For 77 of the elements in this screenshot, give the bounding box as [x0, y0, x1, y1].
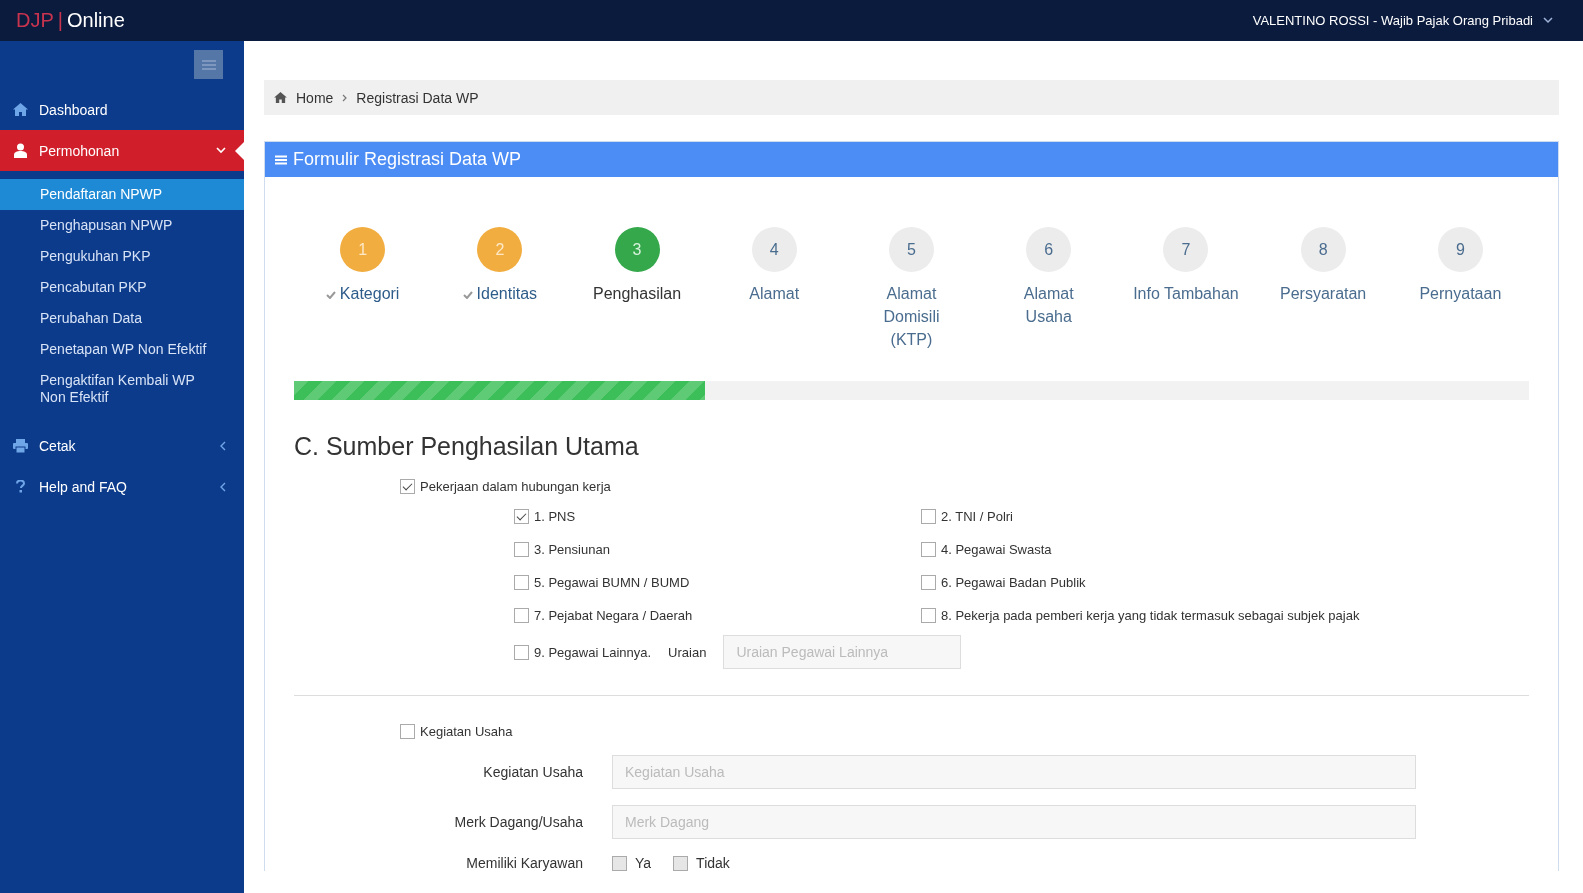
- checkbox[interactable]: [514, 575, 529, 590]
- checkbox[interactable]: [514, 644, 529, 660]
- submenu-item[interactable]: Penetapan WP Non Efektif: [0, 334, 244, 365]
- check-icon: [462, 291, 473, 299]
- chevron-left-icon: [220, 481, 226, 492]
- checkbox[interactable]: [921, 542, 936, 557]
- checkbox-label: Tidak: [696, 855, 730, 871]
- step-label[interactable]: Penghasilan: [593, 282, 682, 305]
- submenu-item[interactable]: Penghapusan NPWP: [0, 210, 244, 241]
- checkbox-label: 3. Pensiunan: [534, 542, 610, 557]
- field-label: Merk Dagang/Usaha: [453, 814, 584, 830]
- step-label[interactable]: Identitas: [462, 282, 538, 305]
- step-label[interactable]: Info Tambahan: [1133, 282, 1239, 305]
- chevron-right-icon: [342, 93, 348, 102]
- logo-text[interactable]: DJP: [16, 9, 54, 32]
- sidebar-item[interactable]: Cetak: [0, 425, 244, 466]
- question-icon: [13, 480, 28, 493]
- chevron-down-icon: [216, 147, 226, 154]
- sidebar-item[interactable]: Permohonan: [0, 130, 244, 171]
- checkbox[interactable]: [514, 608, 529, 623]
- checkbox-label: 4. Pegawai Swasta: [941, 542, 1052, 557]
- panel-title: Formulir Registrasi Data WP: [293, 149, 522, 170]
- breadcrumb-link[interactable]: Registrasi Data WP: [356, 89, 479, 106]
- step-label[interactable]: Persyaratan: [1280, 282, 1367, 305]
- person-icon: [13, 143, 28, 158]
- home-icon: [274, 92, 287, 103]
- checkbox[interactable]: [921, 608, 936, 623]
- submenu-item[interactable]: Pendaftaran NPWP: [0, 179, 244, 210]
- checkbox-label: Ya: [635, 855, 652, 871]
- section-title: C. Sumber Penghasilan Utama: [294, 432, 640, 461]
- submenu-item[interactable]: Pencabutan PKP: [0, 272, 244, 303]
- check-icon: [325, 291, 336, 299]
- checkbox[interactable]: [921, 575, 936, 590]
- step-label[interactable]: Pernyataan: [1419, 282, 1502, 305]
- field-label: Memiliki Karyawan: [465, 855, 584, 871]
- checkbox-label: 6. Pegawai Badan Publik: [941, 575, 1086, 590]
- step-number[interactable]: 9: [1437, 227, 1483, 272]
- step-label[interactable]: Alamat Domisili (KTP): [866, 282, 957, 351]
- step-number[interactable]: 8: [1300, 227, 1346, 272]
- step-label[interactable]: Alamat: [749, 282, 800, 305]
- submenu-item[interactable]: Pengukuhan PKP: [0, 241, 244, 272]
- step-number[interactable]: 5: [889, 227, 934, 272]
- sidebar-item[interactable]: Dashboard: [0, 89, 244, 130]
- submenu-item[interactable]: Pengaktifan Kembali WP Non Efektif: [0, 365, 244, 413]
- logo-separator: |: [57, 9, 63, 32]
- checkbox-label: 5. Pegawai BUMN / BUMD: [534, 575, 690, 590]
- menu-icon: [201, 59, 216, 70]
- printer-icon: [13, 438, 28, 453]
- checkbox[interactable]: [514, 509, 529, 524]
- step-number[interactable]: 4: [751, 227, 797, 272]
- checkbox-label: 1. PNS: [534, 509, 576, 524]
- chevron-down-icon: [1543, 17, 1553, 24]
- step-label[interactable]: Alamat Usaha: [1003, 282, 1094, 328]
- chevron-left-icon: [220, 440, 226, 451]
- checkbox-label: 7. Pejabat Negara / Daerah: [534, 608, 693, 623]
- menu-icon: [275, 154, 287, 165]
- menu-toggle-button[interactable]: [194, 50, 223, 79]
- checkbox-label: 9. Pegawai Lainnya.: [534, 644, 652, 660]
- submenu-item[interactable]: Perubahan Data: [0, 303, 244, 334]
- step-label[interactable]: Kategori: [325, 282, 400, 305]
- field-label: Kegiatan Usaha: [482, 764, 584, 780]
- checkbox-label: 2. TNI / Polri: [941, 509, 1013, 524]
- checkbox-label: Pekerjaan dalam hubungan kerja: [420, 479, 611, 494]
- sidebar-item[interactable]: Help and FAQ: [0, 466, 244, 507]
- step-number[interactable]: 6: [1026, 227, 1072, 272]
- breadcrumb-link[interactable]: Home: [296, 89, 334, 106]
- checkbox[interactable]: [400, 479, 415, 494]
- step-number[interactable]: 7: [1163, 227, 1209, 272]
- home-icon: [13, 103, 28, 116]
- checkbox[interactable]: [400, 724, 415, 739]
- checkbox[interactable]: [921, 509, 936, 524]
- field-label: Uraian: [668, 644, 707, 660]
- checkbox[interactable]: [514, 542, 529, 557]
- logo-text[interactable]: Online: [67, 9, 125, 32]
- checkbox-label: Kegiatan Usaha: [420, 724, 513, 739]
- user-menu[interactable]: VALENTINO ROSSI - Wajib Pajak Orang Pribadi: [1252, 13, 1553, 28]
- checkbox-label: 8. Pekerja pada pemberi kerja yang tidak termasuk sebagai subjek pajak: [941, 608, 1360, 623]
